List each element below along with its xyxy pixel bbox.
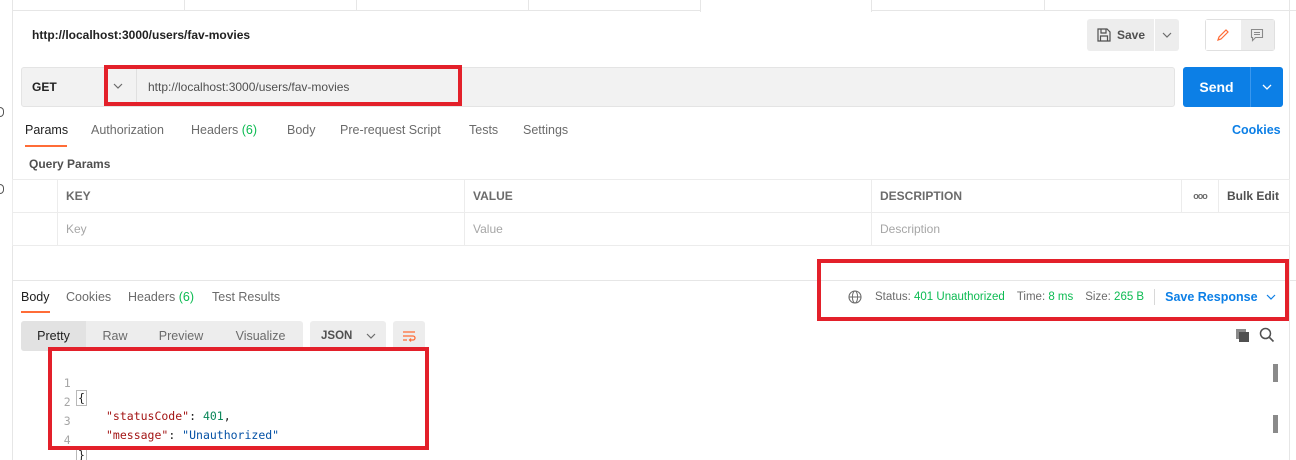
request-title[interactable]: http://localhost:3000/users/fav-movies <box>32 28 250 42</box>
search-icon[interactable] <box>1259 327 1275 346</box>
bulk-edit-button[interactable]: Bulk Edit <box>1218 179 1290 213</box>
row-checkbox-column <box>12 179 58 213</box>
highlight-box-response-body <box>48 347 429 450</box>
wrap-lines-icon <box>403 331 416 342</box>
copy-icon[interactable] <box>1235 328 1251 347</box>
comments-button[interactable] <box>1240 20 1274 50</box>
tab-settings[interactable]: Settings <box>523 123 568 137</box>
format-select-value: JSON <box>321 330 353 342</box>
value-input[interactable]: Value <box>464 212 872 246</box>
highlight-box-status <box>817 259 1289 321</box>
row-checkbox-cell <box>12 212 58 246</box>
save-button-label: Save <box>1117 28 1146 42</box>
chevron-down-icon <box>1162 32 1172 38</box>
cookies-link[interactable]: Cookies <box>1232 123 1281 137</box>
column-header-key: KEY <box>57 179 465 213</box>
tab-body[interactable]: Body <box>287 123 316 137</box>
table-header-row: KEY VALUE DESCRIPTION ooo Bulk Edit <box>12 179 1290 213</box>
chevron-down-icon <box>366 333 376 339</box>
chevron-down-icon <box>1262 84 1272 90</box>
view-mode-toggle[interactable] <box>1205 19 1275 51</box>
query-params-heading: Query Params <box>29 157 111 171</box>
table-row: Key Value Description <box>12 212 1290 246</box>
response-tab-headers-label: Headers <box>128 290 176 304</box>
method-select[interactable]: GET <box>32 80 57 94</box>
scrollbar-thumb[interactable] <box>1273 364 1278 382</box>
tab-headers-label: Headers <box>191 123 239 137</box>
send-button-group[interactable]: Send <box>1183 67 1283 107</box>
request-tab[interactable] <box>356 0 357 11</box>
tab-headers-count: (6) <box>241 123 258 137</box>
left-sidebar-edge <box>0 0 12 460</box>
column-header-value: VALUE <box>464 179 872 213</box>
active-tab-indicator <box>21 311 50 313</box>
edit-mode-button[interactable] <box>1206 20 1241 50</box>
request-tab-active[interactable] <box>700 0 872 12</box>
response-tab-headers[interactable]: Headers (6) <box>128 290 194 304</box>
save-button-group[interactable]: Save <box>1087 19 1179 51</box>
request-tab[interactable] <box>12 0 13 11</box>
sidebar-marker <box>0 184 4 194</box>
column-header-description: DESCRIPTION <box>871 179 1182 213</box>
response-tab-cookies[interactable]: Cookies <box>66 290 111 304</box>
request-tab-strip <box>12 0 1296 12</box>
response-tab-body[interactable]: Body <box>21 290 50 304</box>
more-options-button[interactable]: ooo <box>1181 179 1219 213</box>
active-tab-indicator <box>25 145 67 147</box>
response-tab-test-results[interactable]: Test Results <box>212 290 280 304</box>
tab-pre-request-script[interactable]: Pre-request Script <box>340 123 441 137</box>
sidebar-marker <box>0 107 4 117</box>
highlight-box-url <box>104 65 462 106</box>
save-options-button[interactable] <box>1155 32 1179 38</box>
tab-params[interactable]: Params <box>25 123 68 137</box>
scrollbar-thumb[interactable] <box>1273 415 1278 433</box>
description-input[interactable]: Description <box>871 212 1290 246</box>
query-params-table: KEY VALUE DESCRIPTION ooo Bulk Edit Key … <box>12 179 1290 246</box>
save-button[interactable]: Save <box>1087 19 1155 51</box>
request-tab[interactable] <box>184 0 185 11</box>
tab-headers[interactable]: Headers (6) <box>191 123 257 137</box>
request-tab[interactable] <box>1044 0 1045 11</box>
save-icon <box>1097 28 1111 42</box>
pencil-icon <box>1217 29 1230 41</box>
comment-icon <box>1251 28 1264 42</box>
request-tab[interactable] <box>528 0 529 11</box>
tab-authorization[interactable]: Authorization <box>91 123 164 137</box>
tab-tests[interactable]: Tests <box>469 123 498 137</box>
send-button[interactable]: Send <box>1183 67 1250 107</box>
send-options-button[interactable] <box>1250 67 1283 107</box>
key-input[interactable]: Key <box>57 212 465 246</box>
response-tab-headers-count: (6) <box>178 290 195 304</box>
